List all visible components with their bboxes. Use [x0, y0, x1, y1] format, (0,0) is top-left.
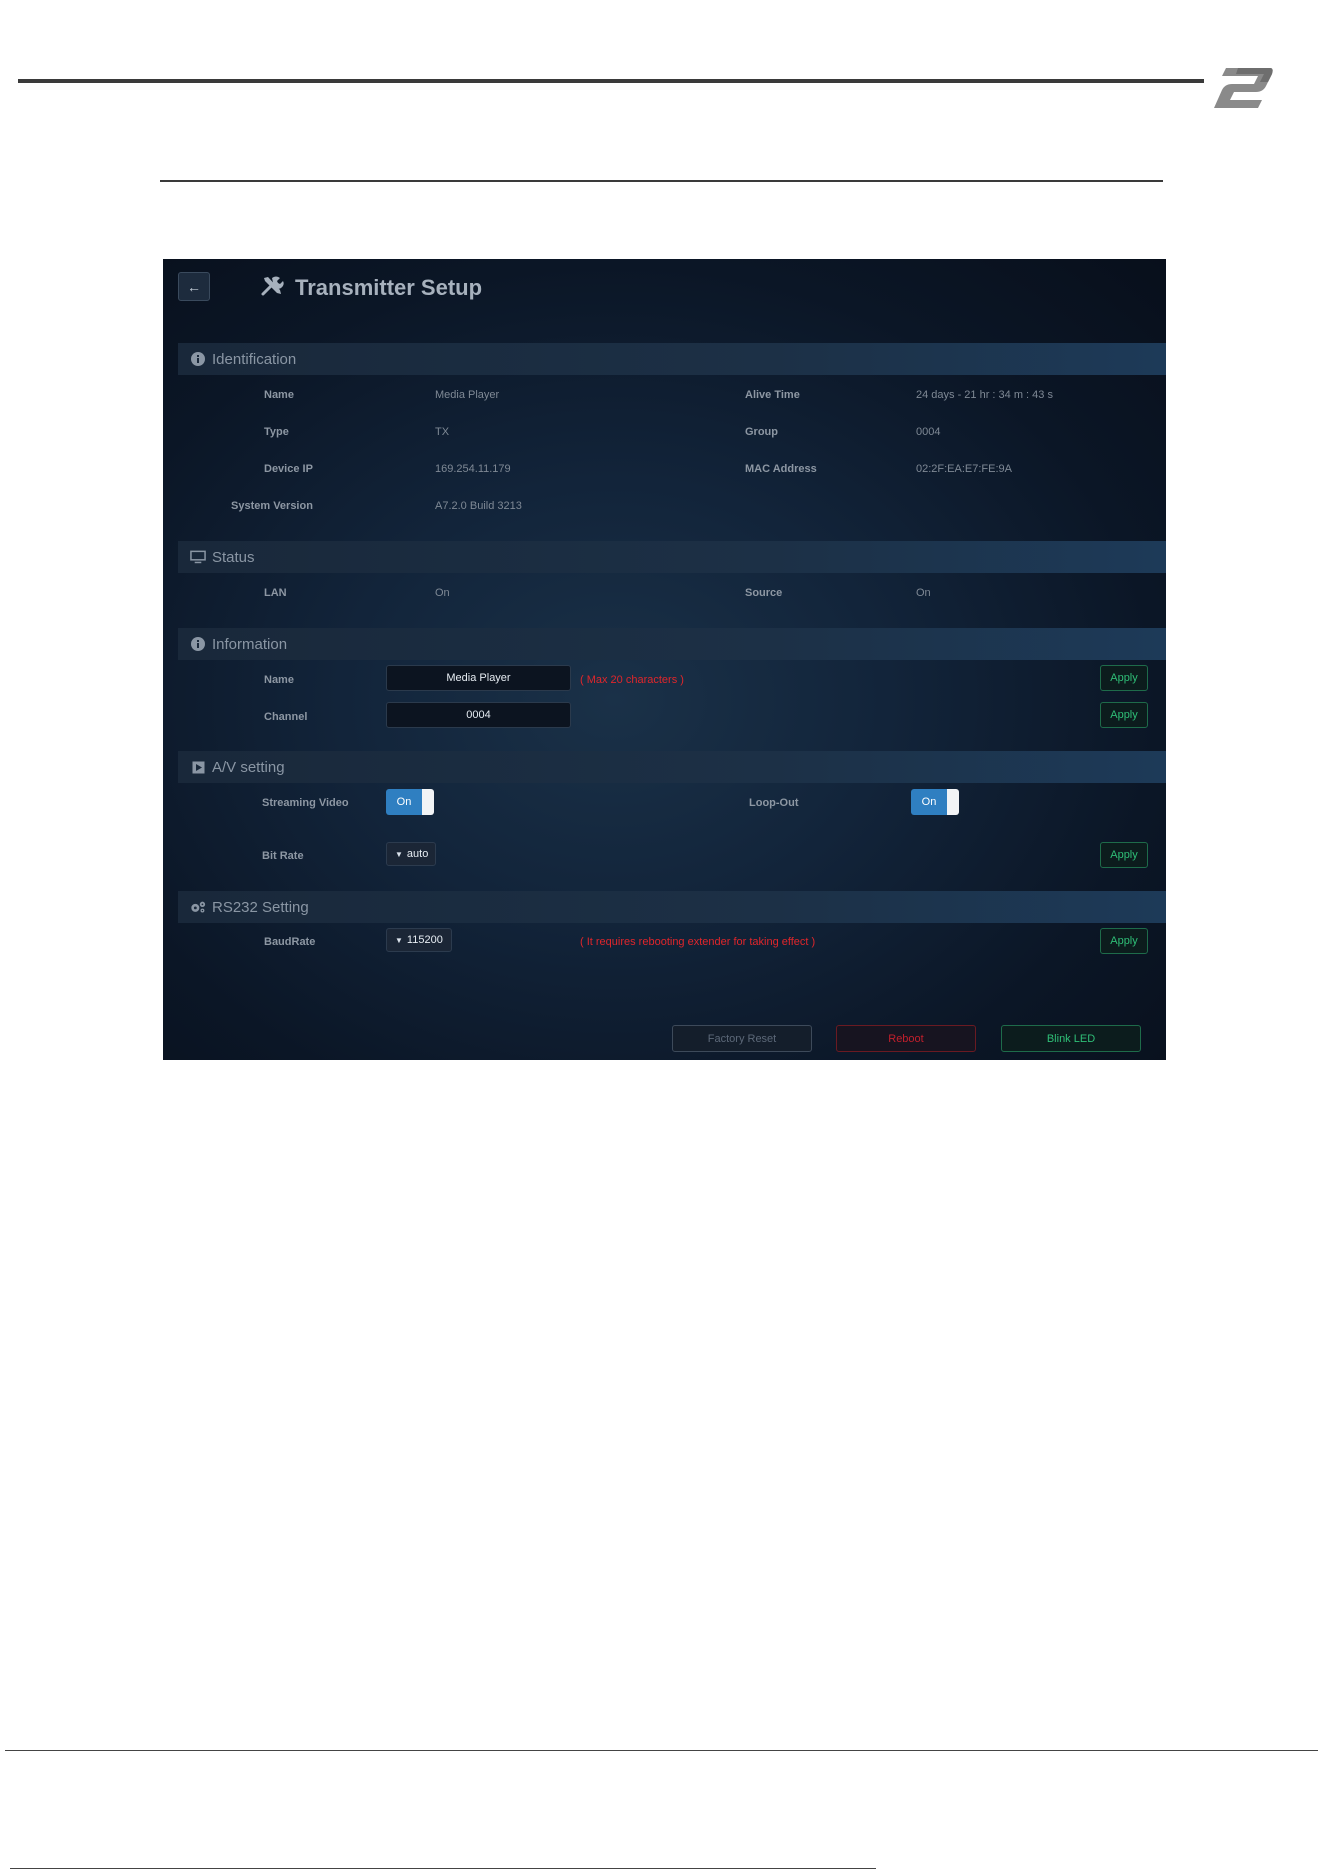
alive-time-label: Alive Time: [745, 389, 800, 401]
bit-rate-dropdown[interactable]: ▼ auto: [386, 842, 436, 866]
info-icon: [190, 636, 206, 652]
tools-icon: [261, 276, 284, 296]
section-av-setting: A/V setting: [178, 751, 1166, 783]
transmitter-setup-panel: ← Transmitter Setup Identification Name …: [163, 259, 1166, 1060]
toggle-state: On: [386, 789, 422, 815]
name-hint: ( Max 20 characters ): [580, 674, 684, 686]
section-title: RS232 Setting: [212, 898, 309, 916]
type-label: Type: [264, 426, 289, 438]
name-input[interactable]: Media Player: [386, 665, 571, 691]
footer-rule: [5, 1750, 1318, 1751]
name-label: Name: [264, 389, 294, 401]
apply-av-button[interactable]: Apply: [1100, 842, 1148, 868]
section-title: Status: [212, 548, 255, 566]
play-icon: [190, 759, 206, 775]
device-ip-value: 169.254.11.179: [435, 463, 511, 475]
section-identification: Identification: [178, 343, 1166, 375]
mac-address-value: 02:2F:EA:E7:FE:9A: [916, 463, 1012, 475]
section-rule: [160, 180, 1163, 182]
blink-led-button[interactable]: Blink LED: [1001, 1025, 1141, 1052]
back-arrow-icon: ←: [187, 278, 201, 295]
type-value: TX: [435, 426, 450, 438]
section-title: Identification: [212, 350, 297, 368]
channel-label: Channel: [264, 711, 308, 723]
section-rs232-setting: RS232 Setting: [178, 891, 1166, 923]
streaming-video-toggle[interactable]: On: [386, 789, 434, 815]
bottom-rule: [10, 1868, 876, 1869]
reboot-button[interactable]: Reboot: [836, 1025, 976, 1052]
apply-channel-button[interactable]: Apply: [1100, 702, 1148, 728]
loop-out-toggle[interactable]: On: [911, 789, 959, 815]
section-information: Information: [178, 628, 1166, 660]
info-icon: [190, 351, 206, 367]
lan-label: LAN: [264, 587, 287, 599]
section-status: Status: [178, 541, 1166, 573]
apply-name-button[interactable]: Apply: [1100, 665, 1148, 691]
caret-down-icon: ▼: [395, 849, 403, 859]
bit-rate-label: Bit Rate: [262, 850, 304, 862]
device-ip-label: Device IP: [264, 463, 313, 475]
header-rule: [18, 79, 1204, 83]
gears-icon: [190, 899, 206, 915]
toggle-state: On: [911, 789, 947, 815]
baudrate-hint: ( It requires rebooting extender for tak…: [580, 936, 816, 948]
factory-reset-button[interactable]: Factory Reset: [672, 1025, 812, 1052]
brand-logo-icon: [1214, 68, 1273, 108]
source-label: Source: [745, 587, 783, 599]
system-version-value: A7.2.0 Build 3213: [435, 500, 522, 512]
lan-value: On: [435, 587, 450, 599]
group-value: 0004: [916, 426, 941, 438]
caret-down-icon: ▼: [395, 935, 403, 945]
info-name-label: Name: [264, 674, 294, 686]
baudrate-label: BaudRate: [264, 936, 316, 948]
section-title: A/V setting: [212, 758, 285, 776]
streaming-video-label: Streaming Video: [262, 797, 349, 809]
alive-time-value: 24 days - 21 hr : 34 m : 43 s: [916, 389, 1053, 401]
baudrate-dropdown[interactable]: ▼ 115200: [386, 928, 452, 952]
toggle-knob: [422, 789, 434, 815]
apply-rs232-button[interactable]: Apply: [1100, 928, 1148, 954]
system-version-label: System Version: [231, 500, 313, 512]
name-value: Media Player: [435, 389, 500, 401]
bit-rate-value: auto: [406, 848, 429, 860]
monitor-icon: [190, 549, 206, 565]
channel-input[interactable]: 0004: [386, 702, 571, 728]
toggle-knob: [947, 789, 959, 815]
group-label: Group: [745, 426, 778, 438]
baudrate-value: 115200: [406, 934, 443, 946]
section-title: Information: [212, 635, 288, 653]
source-value: On: [916, 587, 931, 599]
mac-address-label: MAC Address: [745, 463, 817, 475]
loop-out-label: Loop-Out: [749, 797, 799, 809]
page-title: Transmitter Setup: [295, 275, 483, 300]
back-button[interactable]: ←: [178, 272, 210, 301]
